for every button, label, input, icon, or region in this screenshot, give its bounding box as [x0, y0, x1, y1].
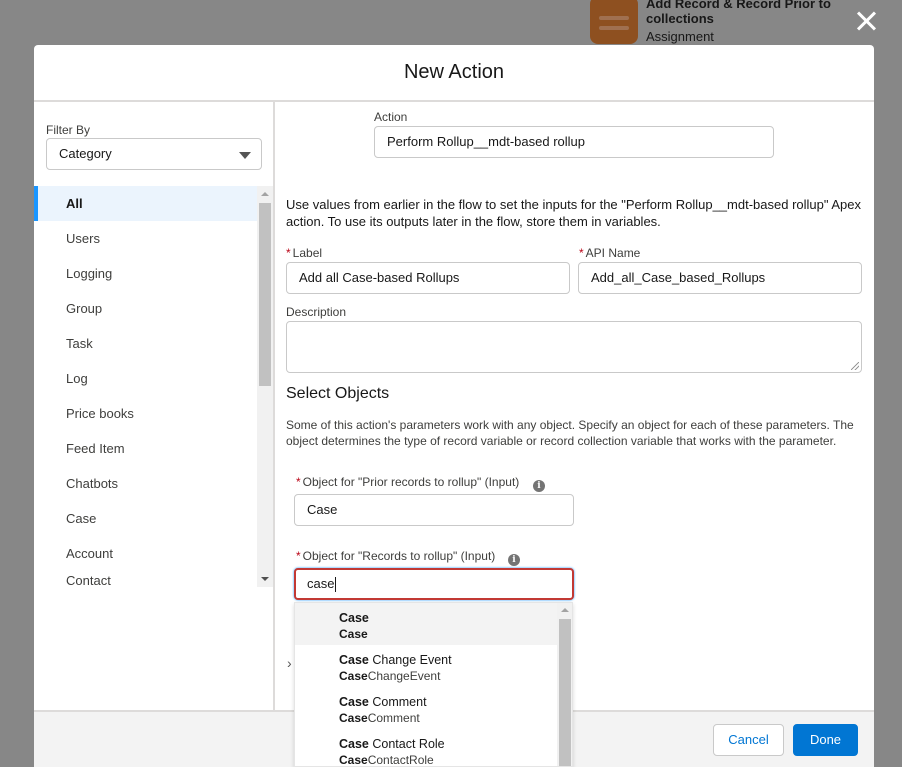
label-field-label: * Label — [286, 246, 323, 260]
canvas-node-type: Assignment — [646, 29, 714, 44]
select-objects-text: Some of this action's parameters work wi… — [286, 418, 854, 448]
category-panel: Filter By Category All Users Logging Gro… — [34, 102, 275, 710]
category-item-feed-item[interactable]: Feed Item — [34, 431, 258, 466]
records-object-input[interactable]: case — [294, 568, 574, 600]
category-item-case[interactable]: Case — [34, 501, 258, 536]
filter-by-select[interactable]: Category — [46, 138, 262, 170]
api-name-input[interactable]: Add_all_Case_based_Rollups — [578, 262, 862, 294]
category-item-group[interactable]: Group — [34, 291, 258, 326]
select-objects-title: Select Objects — [286, 385, 390, 402]
chevron-right-icon[interactable]: › — [287, 655, 292, 671]
dropdown-option[interactable]: Case Change Event CaseChangeEvent — [295, 645, 572, 687]
filter-by-label: Filter By — [46, 123, 91, 137]
action-label: Action — [374, 110, 408, 124]
dropdown-option[interactable]: Case Case — [295, 603, 572, 645]
scrollbar-thumb[interactable] — [559, 619, 571, 766]
category-item-users[interactable]: Users — [34, 221, 258, 256]
api-name-field-label: * API Name — [579, 246, 641, 260]
scrollbar-thumb[interactable] — [259, 203, 271, 386]
label-input[interactable]: Add all Case-based Rollups — [286, 262, 570, 294]
category-item-log[interactable]: Log — [34, 361, 258, 396]
resize-handle-icon[interactable] — [851, 362, 859, 370]
scroll-down-icon[interactable] — [261, 577, 269, 581]
category-item-all[interactable]: All — [34, 186, 258, 221]
description-textarea[interactable] — [286, 321, 862, 373]
info-icon[interactable]: i — [508, 554, 520, 566]
done-button[interactable]: Done — [793, 724, 858, 756]
text-cursor — [335, 577, 337, 593]
modal-title: New Action — [403, 61, 505, 83]
category-item-logging[interactable]: Logging — [34, 256, 258, 291]
category-scrollbar[interactable] — [257, 186, 273, 587]
prior-records-label: * Object for "Prior records to rollup" (I… — [296, 475, 520, 489]
intro-text: Use values from earlier in the flow to s… — [286, 197, 862, 229]
scroll-up-icon[interactable] — [261, 192, 269, 196]
info-icon[interactable]: i — [533, 480, 545, 492]
chevron-down-icon — [239, 152, 251, 159]
filter-by-value: Category — [59, 146, 112, 161]
modal-header: New Action — [34, 45, 874, 102]
dropdown-scrollbar[interactable] — [557, 603, 572, 766]
close-icon[interactable] — [852, 8, 880, 36]
category-item-account[interactable]: Account — [34, 536, 258, 571]
category-item-chatbots[interactable]: Chatbots — [34, 466, 258, 501]
object-dropdown: Case Case Case Change Event CaseChangeEv… — [294, 602, 573, 767]
category-item-price-books[interactable]: Price books — [34, 396, 258, 431]
action-input[interactable]: Perform Rollup__mdt-based rollup — [374, 126, 774, 158]
category-item-contact[interactable]: Contact — [34, 571, 258, 586]
category-list: All Users Logging Group Task Log Price b… — [34, 186, 258, 586]
description-label: Description — [286, 305, 347, 319]
scroll-up-icon[interactable] — [561, 608, 569, 612]
prior-records-object-input[interactable]: Case — [294, 494, 574, 526]
canvas-node-title: Add Record & Record Prior to collections — [646, 0, 831, 26]
cancel-button[interactable]: Cancel — [713, 724, 784, 756]
dropdown-option[interactable]: Case Comment CaseComment — [295, 687, 572, 729]
category-item-task[interactable]: Task — [34, 326, 258, 361]
records-label: * Object for "Records to rollup" (Input) — [296, 549, 496, 563]
dropdown-option[interactable]: Case Contact Role CaseContactRole — [295, 729, 572, 766]
assignment-icon — [590, 0, 638, 44]
